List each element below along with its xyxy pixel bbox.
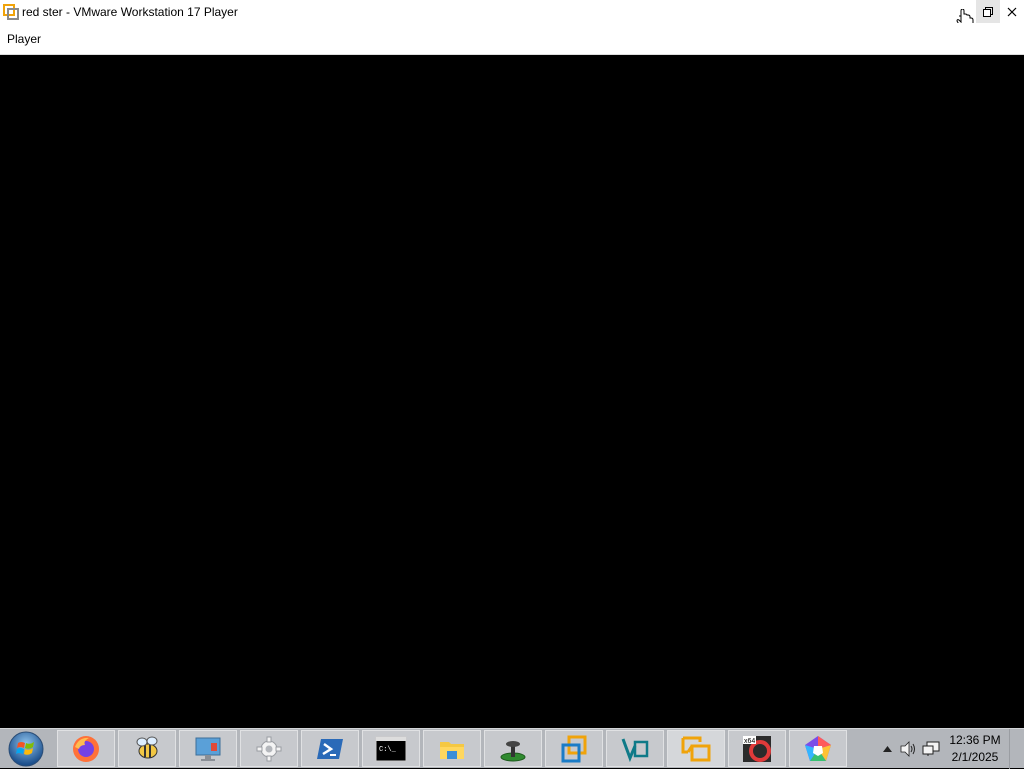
green-stand-icon <box>500 740 526 761</box>
player-menu[interactable]: Player <box>7 32 41 46</box>
taskbar-app-virtualbox[interactable] <box>545 730 603 767</box>
svg-text:C:\_: C:\_ <box>379 746 397 754</box>
x64dbg-icon: x64 <box>743 735 771 762</box>
windows-start-orb-icon <box>8 731 44 767</box>
taskbar-app-colorful[interactable] <box>789 730 847 767</box>
firefox-icon <box>73 735 99 762</box>
window-title-bar[interactable]: red ster - VMware Workstation 17 Player <box>0 0 1024 23</box>
powershell-icon <box>317 738 343 759</box>
network-button[interactable] <box>920 738 942 760</box>
computer-monitor-icon <box>195 737 221 761</box>
speaker-icon <box>900 741 915 757</box>
overlapping-squares-icon <box>561 735 587 762</box>
show-hidden-icons-button[interactable] <box>876 738 898 760</box>
taskbar-app-cmd[interactable]: C:\_ <box>362 730 420 767</box>
close-icon <box>1007 7 1017 16</box>
network-icon <box>922 741 940 756</box>
taskbar-app-bee[interactable] <box>118 730 176 767</box>
command-prompt-icon: C:\_ <box>375 736 407 761</box>
show-desktop-button[interactable] <box>1009 729 1024 769</box>
taskbar-clock[interactable]: 12:36 PM 2/1/2025 <box>946 732 1004 766</box>
svg-text:x64: x64 <box>744 738 755 745</box>
restore-button[interactable] <box>976 0 1000 23</box>
gear-icon <box>256 736 282 761</box>
taskbar-app-explorer[interactable] <box>423 730 481 767</box>
taskbar: C:\_ x64 12:36 PM 2/1/2025 <box>0 728 1024 769</box>
window-title: red ster - VMware Workstation 17 Player <box>22 4 238 19</box>
close-button[interactable] <box>1000 0 1024 23</box>
vmware-logo-icon <box>3 3 19 20</box>
taskbar-app-x64dbg[interactable]: x64 <box>728 730 786 767</box>
taskbar-app-vmware[interactable] <box>667 730 725 767</box>
vmware-logo-icon <box>681 736 711 761</box>
vs-logo-icon <box>621 737 649 762</box>
bee-app-icon <box>136 736 158 758</box>
chevron-up-icon <box>882 746 892 752</box>
vm-display[interactable] <box>0 55 1024 728</box>
taskbar-app-powershell[interactable] <box>301 730 359 767</box>
system-tray <box>876 729 942 769</box>
file-explorer-icon <box>440 741 464 759</box>
clock-date: 2/1/2025 <box>951 750 999 764</box>
volume-button[interactable] <box>898 738 920 760</box>
maximize-icon <box>983 6 993 17</box>
taskbar-app-settings[interactable] <box>240 730 298 767</box>
taskbar-app-visualstudio[interactable] <box>606 730 664 767</box>
pentagon-app-icon <box>805 735 831 761</box>
taskbar-app-firefox[interactable] <box>57 730 115 767</box>
taskbar-app-stand[interactable] <box>484 730 542 767</box>
menu-bar: Player <box>0 23 1024 55</box>
taskbar-app-computer[interactable] <box>179 730 237 767</box>
clock-time: 12:36 PM <box>949 733 1001 747</box>
start-button[interactable] <box>6 731 46 767</box>
